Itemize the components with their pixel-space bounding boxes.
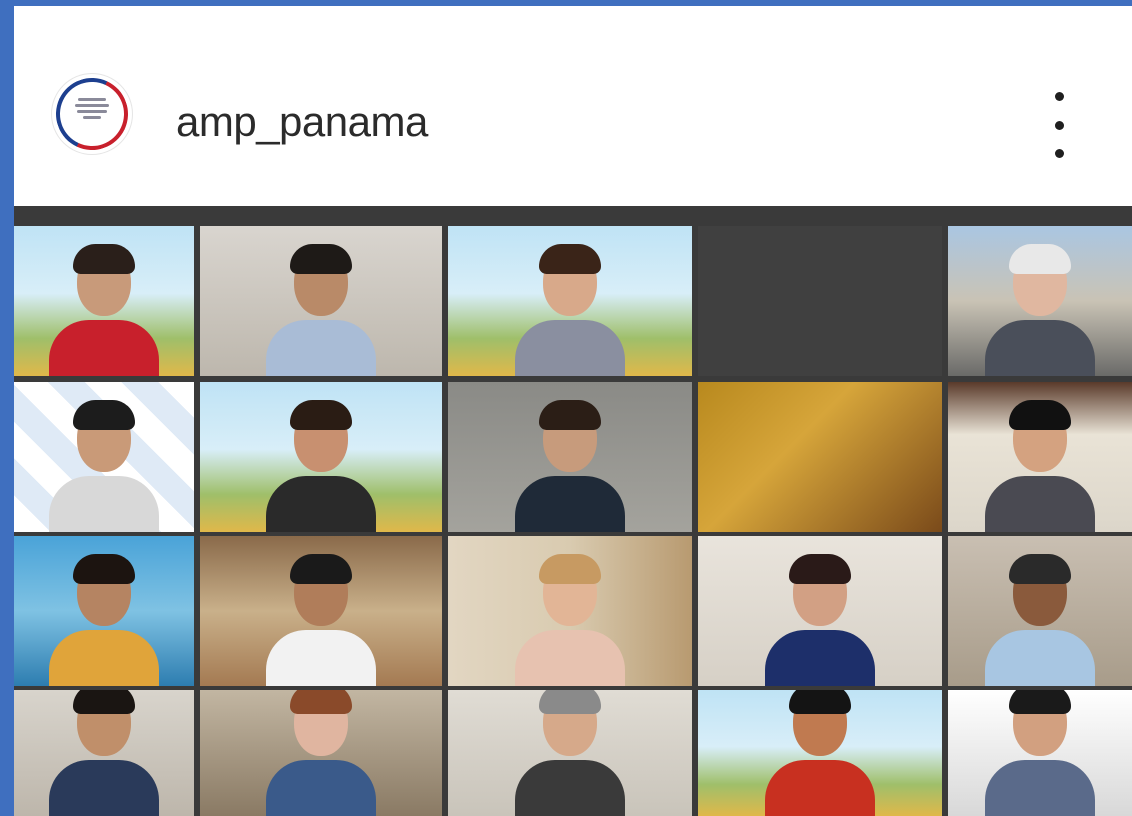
- participant-tile[interactable]: [14, 690, 194, 816]
- participant-video: [49, 546, 159, 686]
- participant-video: [515, 392, 625, 532]
- amp-panama-logo-icon[interactable]: [45, 67, 139, 161]
- participant-video: [765, 690, 875, 816]
- participant-tile[interactable]: [448, 226, 692, 376]
- post-header: amp_panama: [14, 6, 1132, 206]
- participant-tile[interactable]: [948, 226, 1132, 376]
- participant-video: [49, 690, 159, 816]
- participant-video: [515, 690, 625, 816]
- participant-video: [49, 392, 159, 532]
- participant-tile[interactable]: [448, 690, 692, 816]
- participant-tile[interactable]: [200, 690, 442, 816]
- video-call-grid: [14, 206, 1132, 816]
- profile-username[interactable]: amp_panama: [176, 98, 428, 146]
- participant-tile[interactable]: [14, 536, 194, 686]
- participant-tile[interactable]: [948, 382, 1132, 532]
- participant-tile[interactable]: [448, 536, 692, 686]
- participant-tile[interactable]: [698, 382, 942, 532]
- participant-tile[interactable]: [948, 536, 1132, 686]
- participant-video: [765, 546, 875, 686]
- participant-video: [985, 690, 1095, 816]
- participant-tile[interactable]: [698, 690, 942, 816]
- participant-tile[interactable]: [698, 536, 942, 686]
- participant-tile[interactable]: [14, 226, 194, 376]
- participant-tile[interactable]: [200, 382, 442, 532]
- participant-video: [266, 236, 376, 376]
- participant-video: [49, 236, 159, 376]
- participant-tile[interactable]: [14, 382, 194, 532]
- instagram-post-card: amp_panama: [14, 6, 1132, 816]
- more-vertical-icon[interactable]: [1044, 92, 1074, 158]
- participant-video: [266, 392, 376, 532]
- participant-video: [266, 546, 376, 686]
- participant-video: [515, 236, 625, 376]
- participant-video: [985, 546, 1095, 686]
- participant-tile[interactable]: [698, 226, 942, 376]
- participant-video: [266, 690, 376, 816]
- participant-video: [985, 236, 1095, 376]
- participant-tile[interactable]: [200, 536, 442, 686]
- participant-tile[interactable]: [448, 382, 692, 532]
- participant-video: [985, 392, 1095, 532]
- participant-tile[interactable]: [200, 226, 442, 376]
- participant-tile[interactable]: [948, 690, 1132, 816]
- participant-video: [515, 546, 625, 686]
